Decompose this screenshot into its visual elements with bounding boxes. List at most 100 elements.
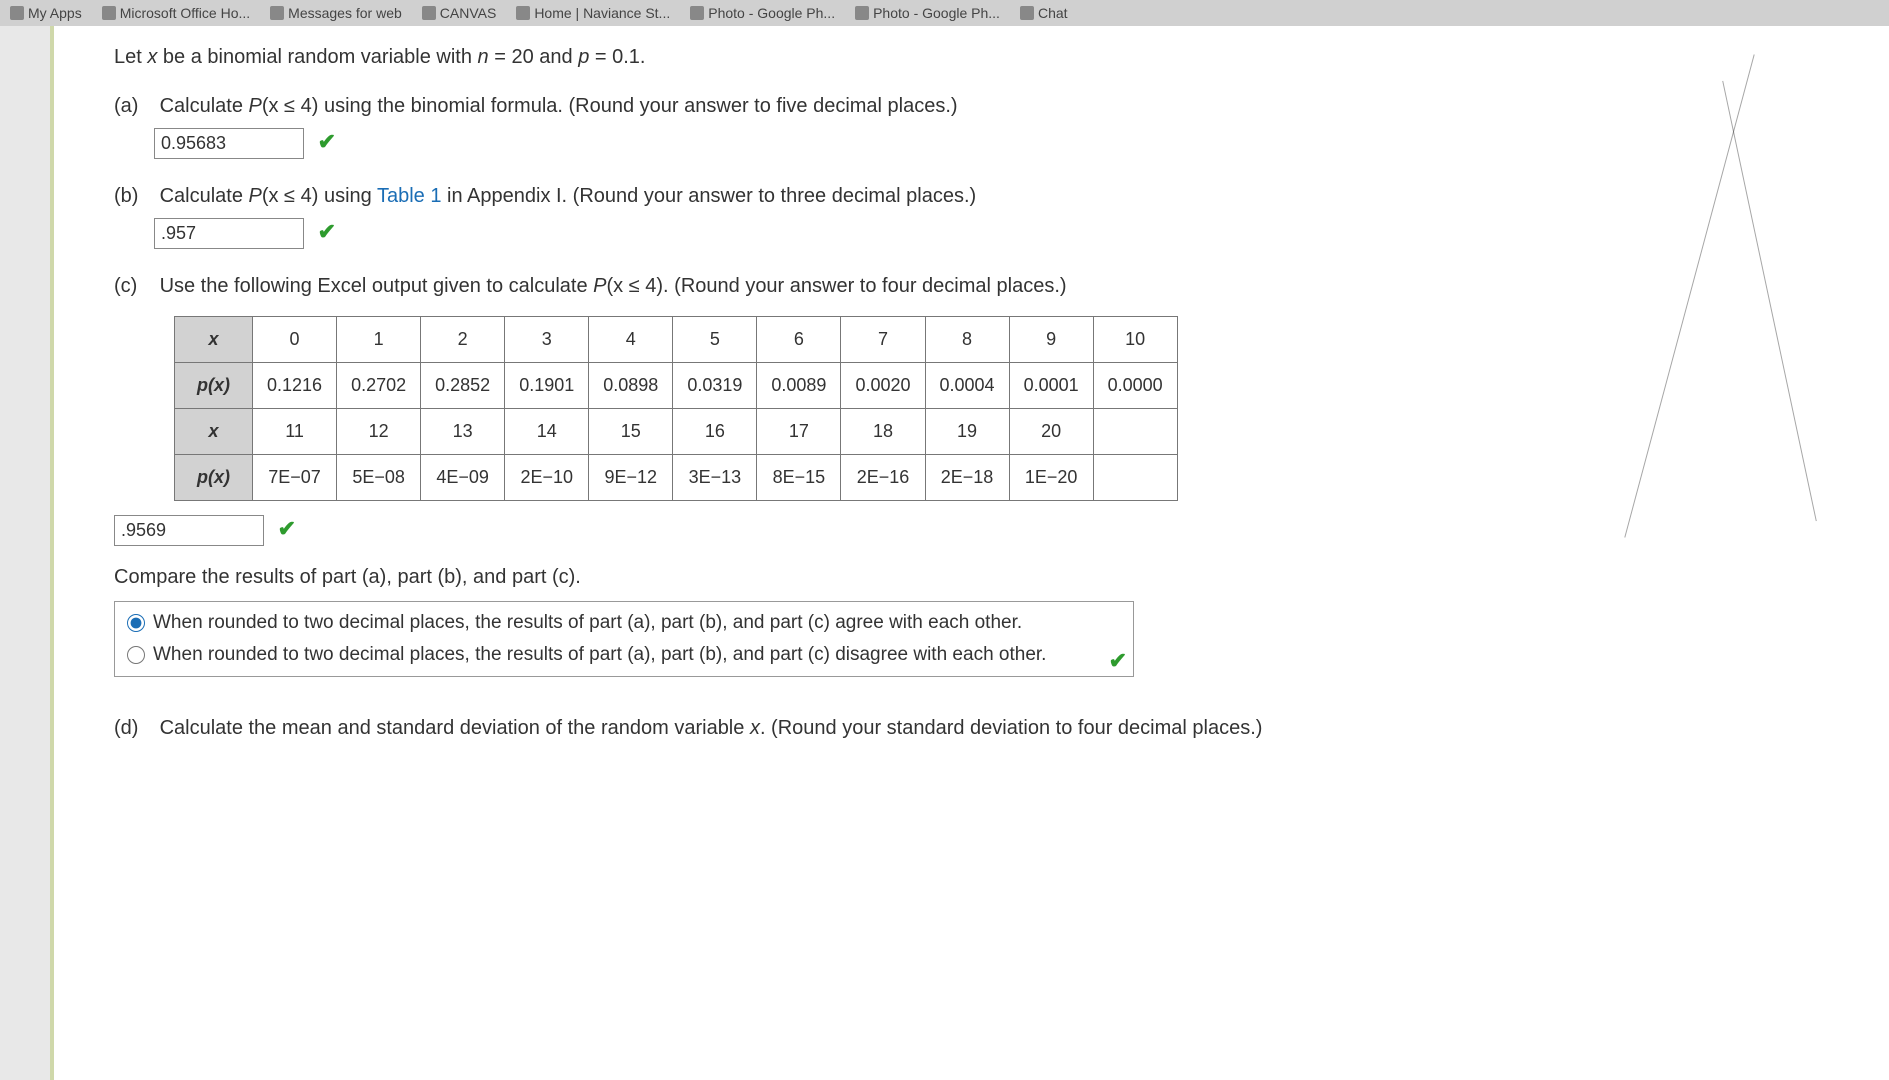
text: using the binomial formula. (Round your …	[318, 95, 957, 117]
row-header: p(x)	[175, 455, 253, 501]
question-intro: Let x be a binomial random variable with…	[114, 46, 1829, 69]
answer-input-a[interactable]	[154, 128, 304, 159]
bookmark-item[interactable]: Photo - Google Ph...	[855, 5, 1000, 21]
radio-input[interactable]	[127, 646, 145, 664]
table-1-link[interactable]: Table 1	[377, 185, 442, 207]
cell: 0.0000	[1093, 363, 1177, 409]
cell: 0.1901	[505, 363, 589, 409]
cell	[1093, 409, 1177, 455]
variable-p: p	[578, 46, 589, 68]
text: P	[249, 185, 262, 207]
cell: 12	[337, 409, 421, 455]
radio-group-compare: When rounded to two decimal places, the …	[114, 601, 1134, 677]
bookmark-item[interactable]: Photo - Google Ph...	[690, 5, 835, 21]
bookmark-item[interactable]: CANVAS	[422, 5, 497, 21]
cell: 2	[421, 317, 505, 363]
cell: 9	[1009, 317, 1093, 363]
compare-prompt: Compare the results of part (a), part (b…	[114, 566, 1829, 589]
part-label: (c)	[114, 275, 154, 298]
text: = 0.1.	[589, 46, 645, 68]
question-content: Let x be a binomial random variable with…	[50, 26, 1889, 1080]
bookmark-item[interactable]: Microsoft Office Ho...	[102, 5, 250, 21]
radio-option-agree[interactable]: When rounded to two decimal places, the …	[115, 602, 1133, 634]
cell: 0.0004	[925, 363, 1009, 409]
bookmark-item[interactable]: My Apps	[10, 5, 82, 21]
text: Calculate the mean and standard deviatio…	[160, 717, 750, 739]
cell: 1E−20	[1009, 455, 1093, 501]
favicon-icon	[10, 6, 24, 20]
answer-input-b[interactable]	[154, 218, 304, 249]
favicon-icon	[1020, 6, 1034, 20]
cell: 11	[253, 409, 337, 455]
text: . (Round your answer to four decimal pla…	[663, 275, 1067, 297]
part-b: (b) Calculate P(x ≤ 4) using Table 1 in …	[114, 185, 1829, 249]
bookmarks-bar: My Apps Microsoft Office Ho... Messages …	[0, 0, 1889, 26]
bookmark-label: CANVAS	[440, 5, 497, 21]
bookmark-item[interactable]: Messages for web	[270, 5, 402, 21]
part-label: (d)	[114, 717, 154, 740]
radio-label: When rounded to two decimal places, the …	[153, 612, 1022, 634]
answer-input-c[interactable]	[114, 515, 264, 546]
cell: 4	[589, 317, 673, 363]
bookmark-label: Photo - Google Ph...	[873, 5, 1000, 21]
text: Let	[114, 46, 147, 68]
text: in Appendix I. (Round your answer to thr…	[441, 185, 976, 207]
cell: 0.0020	[841, 363, 925, 409]
check-icon: ✔	[278, 516, 296, 541]
text: (x ≤ 4)	[607, 275, 664, 297]
favicon-icon	[270, 6, 284, 20]
variable-n: n	[478, 46, 489, 68]
favicon-icon	[422, 6, 436, 20]
cell: 18	[841, 409, 925, 455]
row-header: p(x)	[175, 363, 253, 409]
cell	[1093, 455, 1177, 501]
radio-option-disagree[interactable]: When rounded to two decimal places, the …	[115, 634, 1133, 666]
part-c: (c) Use the following Excel output given…	[114, 275, 1829, 677]
cell: 0.0319	[673, 363, 757, 409]
text: Calculate	[160, 185, 249, 207]
cell: 7	[841, 317, 925, 363]
check-icon: ✔	[318, 129, 336, 154]
radio-input[interactable]	[127, 614, 145, 632]
part-a: (a) Calculate P(x ≤ 4) using the binomia…	[114, 95, 1829, 159]
cell: 3E−13	[673, 455, 757, 501]
text: be a binomial random variable with	[157, 46, 477, 68]
cell: 7E−07	[253, 455, 337, 501]
cell: 0.2702	[337, 363, 421, 409]
table-row: p(x) 7E−075E−084E−092E−109E−123E−138E−15…	[175, 455, 1178, 501]
cell: 8	[925, 317, 1009, 363]
favicon-icon	[855, 6, 869, 20]
text: Calculate	[160, 95, 249, 117]
cell: 0.0898	[589, 363, 673, 409]
radio-label: When rounded to two decimal places, the …	[153, 644, 1046, 666]
bookmark-label: Home | Naviance St...	[534, 5, 670, 21]
bookmark-label: Messages for web	[288, 5, 402, 21]
cell: 9E−12	[589, 455, 673, 501]
favicon-icon	[690, 6, 704, 20]
text: P	[249, 95, 262, 117]
cell: 16	[673, 409, 757, 455]
text: (x ≤ 4)	[262, 95, 319, 117]
variable-x: x	[750, 717, 760, 739]
table-row: x 012345678910	[175, 317, 1178, 363]
cell: 0.0001	[1009, 363, 1093, 409]
cell: 5	[673, 317, 757, 363]
bookmark-item[interactable]: Chat	[1020, 5, 1068, 21]
cell: 17	[757, 409, 841, 455]
cell: 1	[337, 317, 421, 363]
cell: 13	[421, 409, 505, 455]
cell: 8E−15	[757, 455, 841, 501]
cell: 2E−16	[841, 455, 925, 501]
part-label: (a)	[114, 95, 154, 118]
cell: 4E−09	[421, 455, 505, 501]
table-row: p(x) 0.12160.27020.28520.19010.08980.031…	[175, 363, 1178, 409]
cell: 0	[253, 317, 337, 363]
text: Use the following Excel output given to …	[160, 275, 594, 297]
check-icon: ✔	[318, 219, 336, 244]
excel-output-table: x 012345678910 p(x) 0.12160.27020.28520.…	[174, 316, 1178, 501]
check-icon: ✔	[1109, 648, 1127, 674]
bookmark-item[interactable]: Home | Naviance St...	[516, 5, 670, 21]
bookmark-label: Photo - Google Ph...	[708, 5, 835, 21]
row-header: x	[175, 317, 253, 363]
table-row: x 11121314151617181920	[175, 409, 1178, 455]
